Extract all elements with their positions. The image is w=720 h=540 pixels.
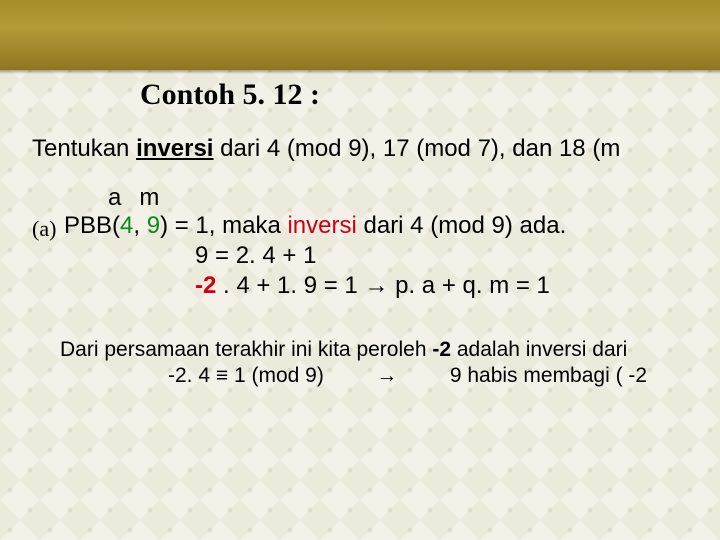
division-line: 9 = 2. 4 + 1 xyxy=(195,242,316,270)
bezout-line: -2 . 4 + 1. 9 = 1 → p. a + q. m = 1 xyxy=(195,272,550,300)
slide-title: Contoh 5. 12 : xyxy=(140,78,320,112)
gcd-t4: dari 4 (mod 9) ada. xyxy=(357,212,566,239)
gcd-t2: , xyxy=(133,212,146,239)
label-a: a xyxy=(108,184,121,211)
gcd-inversi: inversi xyxy=(287,212,356,239)
gcd-t1: PBB( xyxy=(64,212,120,239)
problem-prompt: Tentukan inversi dari 4 (mod 9), 17 (mod… xyxy=(32,135,620,163)
concl2-left: -2. 4 ≡ 1 (mod 9) xyxy=(168,364,324,387)
prompt-underlined: inversi xyxy=(136,135,213,162)
conclusion-line-2: -2. 4 ≡ 1 (mod 9) → 9 habis membagi ( -2 xyxy=(168,364,647,388)
a-m-labels: am xyxy=(108,184,159,212)
slide-content: Contoh 5. 12 : Tentukan inversi dari 4 (… xyxy=(0,0,720,540)
concl-t2: adalah inversi dari xyxy=(451,338,627,361)
gcd-4: 4 xyxy=(120,212,133,239)
bezout-tail: p. a + q. m = 1 xyxy=(388,272,549,299)
prompt-pre: Tentukan xyxy=(32,135,136,162)
concl2-right: 9 habis membagi ( -2 xyxy=(450,364,647,387)
part-a-label: (a) xyxy=(32,216,56,242)
bezout-rest: . 4 + 1. 9 = 1 xyxy=(216,272,364,299)
bezout-neg2: -2 xyxy=(195,272,216,299)
arrow-icon: → xyxy=(364,272,388,299)
arrow-icon: → xyxy=(376,364,397,387)
prompt-post: dari 4 (mod 9), 17 (mod 7), dan 18 (m xyxy=(213,135,620,162)
gcd-9: 9 xyxy=(147,212,160,239)
concl-t1: Dari persamaan terakhir ini kita peroleh xyxy=(60,338,432,361)
label-m: m xyxy=(139,184,159,211)
conclusion-line-1: Dari persamaan terakhir ini kita peroleh… xyxy=(60,338,627,362)
gcd-t3: ) = 1, maka xyxy=(160,212,287,239)
gcd-line: PBB(4, 9) = 1, maka inversi dari 4 (mod … xyxy=(64,212,566,240)
concl-neg2: -2 xyxy=(432,338,451,361)
